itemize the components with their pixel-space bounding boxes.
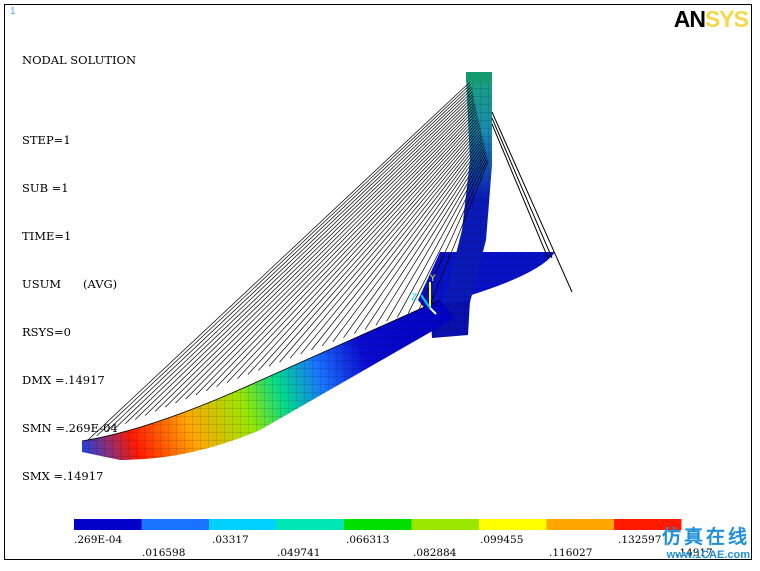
main-deck <box>81 299 455 460</box>
watermark-url: www.1CAE.com <box>666 549 750 561</box>
legend-swatch <box>209 519 277 530</box>
axis-z-label: Z <box>411 293 417 303</box>
legend-swatch <box>276 519 344 530</box>
bridge-model-view[interactable]: Y Z <box>0 0 760 571</box>
legend-swatch <box>344 519 412 530</box>
legend-swatch <box>141 519 209 530</box>
axis-y-label: Y <box>429 274 436 284</box>
contour-legend <box>74 519 682 530</box>
legend-swatch <box>546 519 614 530</box>
legend-swatch <box>479 519 547 530</box>
legend-swatch <box>74 519 142 530</box>
watermark: 仿真在线 www.1CAE.com <box>662 522 750 561</box>
watermark-text: 仿真在线 <box>661 527 750 548</box>
legend-swatch <box>411 519 479 530</box>
